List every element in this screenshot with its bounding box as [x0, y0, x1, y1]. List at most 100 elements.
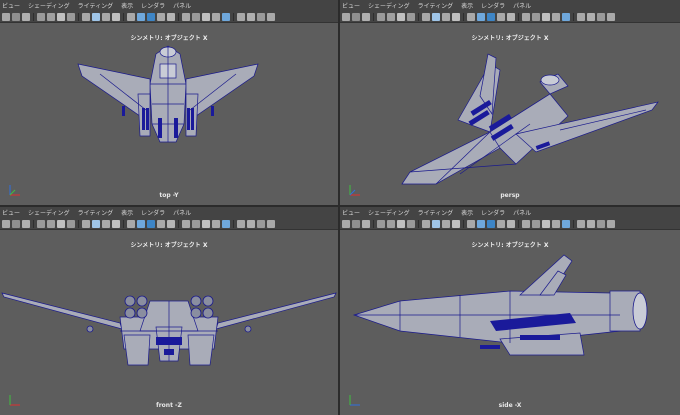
toolbar-tool-icon[interactable]: [577, 219, 585, 228]
toolbar-tool-icon[interactable]: [82, 12, 90, 21]
toolbar-tool-icon[interactable]: [247, 12, 255, 21]
menu-show[interactable]: 表示: [121, 208, 133, 217]
menu-lighting[interactable]: ライティング: [418, 1, 454, 10]
toolbar-tool-icon[interactable]: [607, 12, 615, 21]
toolbar-tool-icon[interactable]: [102, 12, 110, 21]
toolbar-tool-icon[interactable]: [432, 12, 440, 21]
toolbar-tool-icon[interactable]: [352, 12, 360, 21]
toolbar-tool-icon[interactable]: [452, 12, 460, 21]
toolbar-tool-icon[interactable]: [587, 219, 595, 228]
toolbar-tool-icon[interactable]: [507, 219, 515, 228]
toolbar-tool-icon[interactable]: [137, 12, 145, 21]
toolbar-tool-icon[interactable]: [137, 219, 145, 228]
toolbar-tool-icon[interactable]: [102, 219, 110, 228]
menu-panels[interactable]: パネル: [173, 208, 191, 217]
toolbar-tool-icon[interactable]: [542, 219, 550, 228]
menu-lighting[interactable]: ライティング: [418, 208, 454, 217]
viewport-front[interactable]: シンメトリ: オブジェクト X front -Z: [0, 231, 338, 415]
toolbar-tool-icon[interactable]: [57, 12, 65, 21]
menu-view[interactable]: ビュー: [342, 1, 360, 10]
toolbar-tool-icon[interactable]: [57, 219, 65, 228]
spaceship-mesh-side[interactable]: [340, 231, 680, 415]
toolbar-tool-icon[interactable]: [587, 12, 595, 21]
toolbar-tool-icon[interactable]: [387, 12, 395, 21]
menu-shading[interactable]: シェーディング: [28, 208, 70, 217]
toolbar-tool-icon[interactable]: [147, 12, 155, 21]
menu-view[interactable]: ビュー: [342, 208, 360, 217]
toolbar-tool-icon[interactable]: [507, 12, 515, 21]
toolbar-tool-icon[interactable]: [192, 12, 200, 21]
toolbar-tool-icon[interactable]: [497, 219, 505, 228]
toolbar-tool-icon[interactable]: [37, 12, 45, 21]
toolbar-tool-icon[interactable]: [342, 12, 350, 21]
toolbar-tool-icon[interactable]: [607, 219, 615, 228]
toolbar-tool-icon[interactable]: [497, 12, 505, 21]
toolbar-tool-icon[interactable]: [182, 219, 190, 228]
toolbar-tool-icon[interactable]: [432, 219, 440, 228]
toolbar-tool-icon[interactable]: [452, 219, 460, 228]
toolbar-tool-icon[interactable]: [422, 12, 430, 21]
toolbar-tool-icon[interactable]: [12, 219, 20, 228]
toolbar-tool-icon[interactable]: [562, 12, 570, 21]
spaceship-mesh-persp[interactable]: [340, 24, 680, 205]
menu-lighting[interactable]: ライティング: [78, 208, 114, 217]
toolbar-tool-icon[interactable]: [247, 219, 255, 228]
toolbar-tool-icon[interactable]: [147, 219, 155, 228]
toolbar-tool-icon[interactable]: [167, 12, 175, 21]
toolbar-tool-icon[interactable]: [362, 219, 370, 228]
menu-view[interactable]: ビュー: [2, 208, 20, 217]
toolbar-tool-icon[interactable]: [127, 219, 135, 228]
toolbar-tool-icon[interactable]: [202, 12, 210, 21]
toolbar-tool-icon[interactable]: [82, 219, 90, 228]
toolbar-tool-icon[interactable]: [112, 12, 120, 21]
menu-renderer[interactable]: レンダラ: [481, 1, 505, 10]
menu-view[interactable]: ビュー: [2, 1, 20, 10]
toolbar-tool-icon[interactable]: [157, 12, 165, 21]
menu-renderer[interactable]: レンダラ: [481, 208, 505, 217]
toolbar-tool-icon[interactable]: [167, 219, 175, 228]
toolbar-tool-icon[interactable]: [192, 219, 200, 228]
toolbar-tool-icon[interactable]: [352, 219, 360, 228]
toolbar-tool-icon[interactable]: [237, 12, 245, 21]
toolbar-tool-icon[interactable]: [92, 12, 100, 21]
toolbar-tool-icon[interactable]: [397, 12, 405, 21]
toolbar-tool-icon[interactable]: [477, 219, 485, 228]
toolbar-tool-icon[interactable]: [222, 12, 230, 21]
toolbar-tool-icon[interactable]: [67, 219, 75, 228]
menu-show[interactable]: 表示: [121, 1, 133, 10]
toolbar-tool-icon[interactable]: [477, 12, 485, 21]
menu-show[interactable]: 表示: [461, 208, 473, 217]
toolbar-tool-icon[interactable]: [22, 12, 30, 21]
viewport-top[interactable]: シンメトリ: オブジェクト X top -Y: [0, 24, 338, 205]
toolbar-tool-icon[interactable]: [562, 219, 570, 228]
toolbar-tool-icon[interactable]: [47, 12, 55, 21]
menu-shading[interactable]: シェーディング: [28, 1, 70, 10]
toolbar-tool-icon[interactable]: [407, 12, 415, 21]
menu-panels[interactable]: パネル: [513, 208, 531, 217]
toolbar-tool-icon[interactable]: [212, 12, 220, 21]
toolbar-tool-icon[interactable]: [257, 219, 265, 228]
toolbar-tool-icon[interactable]: [212, 219, 220, 228]
viewport-panel-persp[interactable]: ビュー シェーディング ライティング 表示 レンダラ パネル シンメトリ: オブ…: [340, 0, 680, 205]
toolbar-tool-icon[interactable]: [267, 12, 275, 21]
toolbar-tool-icon[interactable]: [422, 219, 430, 228]
toolbar-tool-icon[interactable]: [12, 12, 20, 21]
toolbar-tool-icon[interactable]: [467, 12, 475, 21]
menu-renderer[interactable]: レンダラ: [141, 1, 165, 10]
toolbar-tool-icon[interactable]: [577, 12, 585, 21]
toolbar-tool-icon[interactable]: [257, 12, 265, 21]
toolbar-tool-icon[interactable]: [487, 12, 495, 21]
menu-show[interactable]: 表示: [461, 1, 473, 10]
toolbar-tool-icon[interactable]: [387, 219, 395, 228]
toolbar-tool-icon[interactable]: [597, 12, 605, 21]
toolbar-tool-icon[interactable]: [597, 219, 605, 228]
viewport-persp[interactable]: シンメトリ: オブジェクト X persp: [340, 24, 680, 205]
menu-shading[interactable]: シェーディング: [368, 1, 410, 10]
toolbar-tool-icon[interactable]: [542, 12, 550, 21]
toolbar-tool-icon[interactable]: [67, 12, 75, 21]
viewport-side[interactable]: シンメトリ: オブジェクト X side -X: [340, 231, 680, 415]
toolbar-tool-icon[interactable]: [362, 12, 370, 21]
toolbar-tool-icon[interactable]: [442, 219, 450, 228]
toolbar-tool-icon[interactable]: [442, 12, 450, 21]
toolbar-tool-icon[interactable]: [532, 12, 540, 21]
